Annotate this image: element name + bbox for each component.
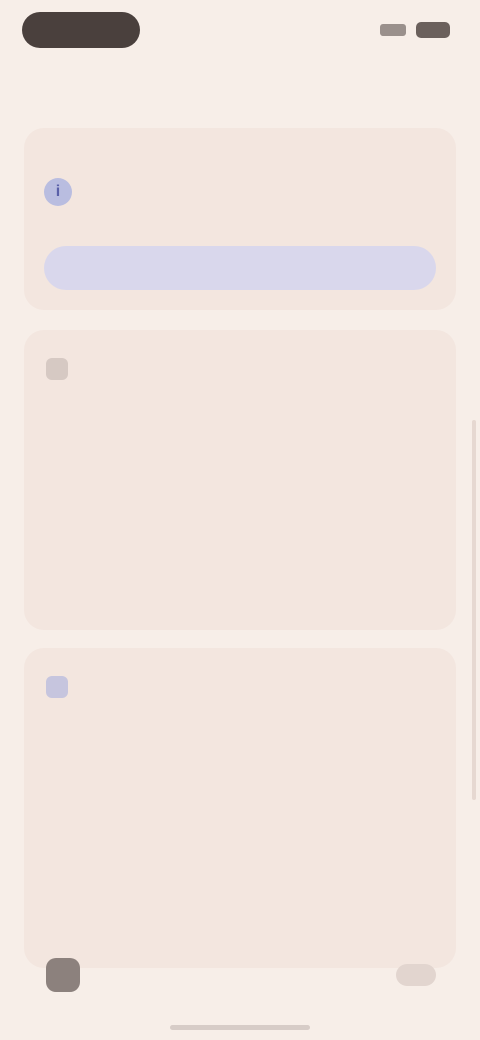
primary-action-button[interactable]	[44, 246, 436, 290]
description-icon	[46, 358, 68, 380]
scrollbar[interactable]	[472, 420, 476, 800]
avatar-icon[interactable]	[46, 958, 80, 992]
status-bar	[0, 0, 480, 62]
action-pill-button[interactable]	[396, 964, 436, 986]
info-text	[90, 158, 380, 206]
dynamic-island	[22, 12, 140, 48]
description-card	[24, 330, 456, 630]
status-icons	[380, 22, 450, 38]
info-icon: i	[44, 178, 72, 206]
details-icon	[46, 676, 68, 698]
info-row: i	[44, 158, 380, 206]
details-header	[46, 676, 82, 698]
description-header	[46, 358, 82, 380]
details-card	[24, 648, 456, 968]
info-card: i	[24, 128, 456, 310]
bottom-bar	[0, 950, 480, 1010]
battery-icon	[416, 22, 450, 38]
signal-icon	[380, 24, 406, 36]
home-indicator[interactable]	[170, 1025, 310, 1030]
